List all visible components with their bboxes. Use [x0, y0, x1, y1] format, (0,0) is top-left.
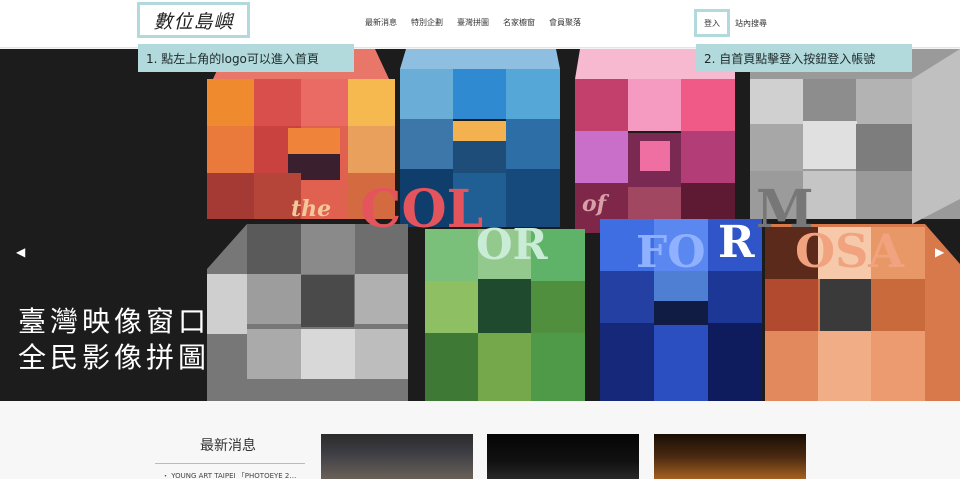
- site-header: 數位島嶼 最新消息 特別企劃 臺灣拼圖 名家櫥窗 會員聚落 登入 站內搜尋: [0, 0, 960, 48]
- news-divider: [155, 463, 305, 464]
- banner-title: 臺灣映像窗口 全民影像拼圖: [18, 304, 210, 376]
- main-nav: 最新消息 特別企劃 臺灣拼圖 名家櫥窗 會員聚落: [365, 17, 595, 28]
- news-thumbnail-1[interactable]: [321, 434, 473, 479]
- nav-item-features[interactable]: 特別企劃: [411, 17, 443, 28]
- banner-title-line1: 臺灣映像窗口: [18, 305, 211, 338]
- news-thumbnail-2[interactable]: [487, 434, 639, 479]
- nav-item-community[interactable]: 會員聚落: [549, 17, 581, 28]
- nav-item-taiwan-puzzle[interactable]: 臺灣拼圖: [457, 17, 489, 28]
- callout-step-1: 1. 點左上角的logo可以進入首頁: [138, 44, 354, 72]
- cube-grey-left: [207, 224, 408, 401]
- nav-item-news[interactable]: 最新消息: [365, 17, 397, 28]
- word-r: R: [718, 217, 755, 268]
- chevron-left-icon[interactable]: ◀: [16, 245, 25, 259]
- site-search-link[interactable]: 站內搜尋: [735, 18, 767, 29]
- page: 數位島嶼 最新消息 特別企劃 臺灣拼圖 名家櫥窗 會員聚落 登入 站內搜尋 th…: [0, 0, 960, 479]
- login-button[interactable]: 登入: [694, 9, 730, 37]
- callout-step-2: 2. 自首頁點擊登入按鈕登入帳號: [696, 44, 912, 72]
- logo-text: 數位島嶼: [153, 10, 234, 33]
- banner-title-line2: 全民影像拼圖: [18, 341, 211, 374]
- word-col: COL: [360, 179, 483, 240]
- news-section: 最新消息 ・ YOUNG ART TAIPEI 「PHOTOEYE 2…: [0, 401, 960, 479]
- word-osa: OSA: [795, 224, 905, 278]
- word-the: the: [291, 196, 331, 222]
- word-of: of: [582, 191, 610, 217]
- hero-banner[interactable]: the COL of M OR FO R OSA 臺灣映像窗口 全民影像拼圖 ◀…: [0, 49, 960, 401]
- news-thumbnail-3[interactable]: [654, 434, 806, 479]
- nav-item-showcase[interactable]: 名家櫥窗: [503, 17, 535, 28]
- chevron-right-icon[interactable]: ▶: [935, 245, 944, 259]
- site-logo[interactable]: 數位島嶼: [137, 2, 250, 38]
- news-heading: 最新消息: [200, 438, 256, 454]
- news-item[interactable]: ・ YOUNG ART TAIPEI 「PHOTOEYE 2…: [162, 471, 296, 479]
- word-fo: FO: [636, 227, 706, 278]
- word-or: OR: [476, 220, 549, 269]
